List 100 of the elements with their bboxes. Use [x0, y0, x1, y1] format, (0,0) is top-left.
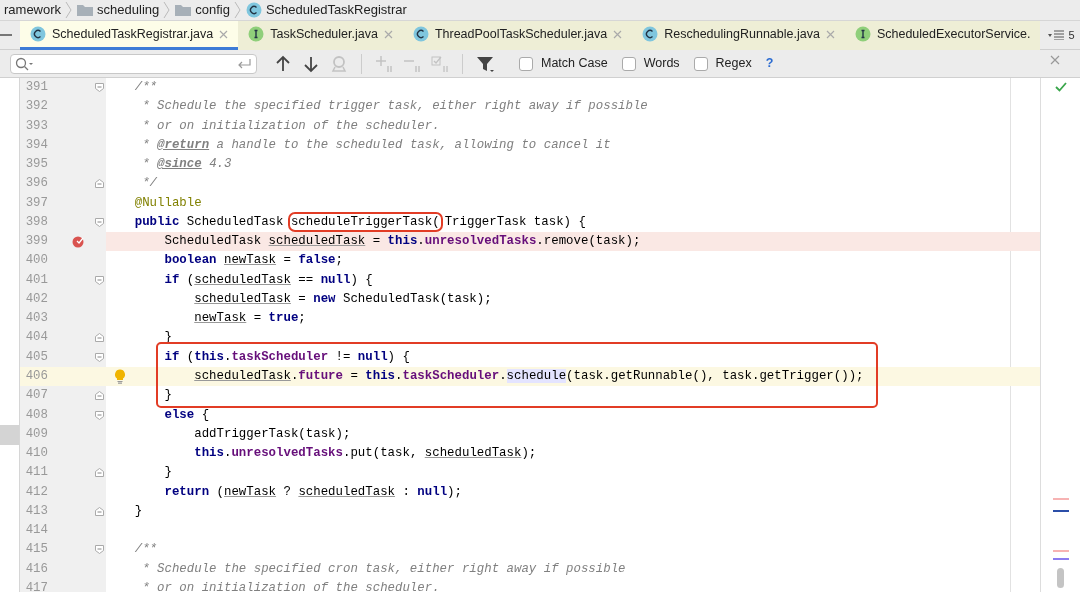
code-line: }	[133, 503, 143, 518]
code-line: boolean newTask = false;	[163, 253, 343, 268]
line-number: 408	[24, 406, 48, 424]
code-line: * Schedule the specified trigger task, either right away if possible	[141, 99, 648, 114]
fold-icon[interactable]	[95, 83, 104, 92]
breadcrumb-item[interactable]: ScheduledTaskRegistrar	[265, 0, 407, 20]
code-line: addTriggerTask(task);	[193, 426, 351, 441]
list-icon	[1048, 30, 1065, 40]
breadcrumb-item[interactable]: ramework	[4, 0, 62, 20]
editor-tab[interactable]: ReschedulingRunnable.java	[632, 21, 845, 50]
line-number: 394	[24, 136, 48, 154]
line-number: 405	[24, 348, 48, 366]
class-icon	[412, 26, 429, 42]
code-line: * @since 4.3	[141, 157, 232, 172]
line-number: 398	[24, 213, 48, 231]
fold-icon[interactable]	[95, 468, 104, 478]
close-icon[interactable]	[613, 29, 623, 39]
code-line: }	[163, 465, 172, 480]
close-icon[interactable]	[219, 29, 229, 39]
code-line: newTask = true;	[193, 311, 306, 326]
chevron-icon	[65, 1, 74, 19]
fold-icon[interactable]	[95, 506, 104, 516]
line-number: 393	[24, 117, 48, 135]
breadcrumb-item[interactable]: scheduling	[97, 0, 160, 20]
line-number: 410	[24, 445, 48, 463]
line-number: 399	[24, 233, 48, 251]
option-checkbox[interactable]: Regex	[693, 54, 752, 73]
folder-icon	[175, 4, 192, 16]
line-number: 392	[24, 98, 48, 116]
option-checkbox[interactable]: Words	[621, 54, 680, 73]
fold-icon[interactable]	[95, 333, 104, 343]
breakpoint-icon[interactable]	[72, 236, 84, 249]
close-icon[interactable]	[383, 29, 393, 39]
lightbulb-icon[interactable]	[114, 369, 126, 384]
line-number: 412	[24, 483, 48, 501]
editor-tab[interactable]: ScheduledExecutorService.	[844, 21, 1041, 50]
close-icon[interactable]	[1050, 54, 1060, 65]
code-line: @Nullable	[133, 195, 202, 210]
line-number: 407	[24, 387, 48, 405]
code-line: else {	[163, 407, 210, 422]
close-icon[interactable]	[825, 29, 835, 39]
code-line: scheduledTask.future = this.taskScheduler.schedule(task.getRunnable(), task.getTrigger());	[193, 369, 864, 383]
line-number: 402	[24, 290, 48, 308]
code-line: this.unresolvedTasks.put(task, scheduledTask);	[193, 446, 537, 461]
line-number: 391	[24, 79, 48, 96]
fold-icon[interactable]	[95, 352, 104, 362]
code-line: * Schedule the specified cron task, either right away if possible	[141, 561, 626, 576]
search-field[interactable]	[10, 53, 257, 74]
code-line: */	[141, 176, 158, 191]
chevron-icon	[233, 1, 242, 19]
fold-icon[interactable]	[95, 217, 104, 227]
fold-icon[interactable]	[95, 545, 104, 555]
selected-panel-row[interactable]	[0, 424, 19, 445]
code-line: * or on initialization of the scheduler.	[141, 580, 440, 594]
fold-icon[interactable]	[95, 275, 104, 285]
line-number: 414	[24, 522, 48, 540]
code-line: ScheduledTask scheduledTask = this.unresolvedTasks.remove(task);	[163, 234, 641, 249]
line-number: 411	[24, 464, 48, 482]
line-number: 397	[24, 194, 48, 212]
fold-icon[interactable]	[95, 391, 104, 401]
line-number: 400	[24, 252, 48, 270]
code-line: if (this.taskScheduler != null) {	[163, 349, 410, 364]
line-number: 409	[24, 425, 48, 443]
class-icon	[642, 26, 659, 42]
folder-icon	[77, 4, 94, 16]
editor-tab[interactable]: ScheduledTaskRegistrar.java	[20, 21, 239, 50]
code-line: * @return a handle to the scheduled task, allowing to cancel it	[141, 137, 611, 152]
class-icon	[245, 2, 262, 18]
line-number: 401	[24, 271, 48, 289]
code-line: * or on initialization of the scheduler.	[141, 118, 440, 133]
line-number: 395	[24, 156, 48, 174]
code-line: public ScheduledTask scheduleTriggerTask( TriggerTask task) {	[105, 214, 586, 229]
editor-tab[interactable]: TaskScheduler.java	[238, 21, 403, 50]
line-number: 416	[24, 560, 48, 578]
interface-icon	[854, 26, 871, 42]
code-line: /**	[133, 542, 158, 557]
return-icon	[236, 57, 252, 70]
help-link[interactable]: ?	[765, 54, 774, 73]
option-checkbox[interactable]: Match Case	[519, 54, 608, 73]
line-number: 406	[24, 368, 48, 385]
breadcrumb-item[interactable]: config	[195, 0, 230, 20]
line-number: 415	[24, 541, 48, 559]
code-line: if (scheduledTask == null) {	[163, 272, 373, 287]
check-icon	[1055, 82, 1067, 92]
fold-icon[interactable]	[95, 410, 104, 420]
line-number: 403	[24, 310, 48, 328]
line-number: 404	[24, 329, 48, 347]
search-icon	[15, 56, 33, 71]
code-line: /**	[133, 80, 158, 94]
scrollbar-thumb[interactable]	[1057, 568, 1064, 588]
line-number: 396	[24, 175, 48, 193]
interface-icon	[248, 26, 265, 42]
code-line: }	[163, 388, 172, 403]
fold-icon[interactable]	[95, 179, 104, 189]
line-number: 413	[24, 502, 48, 520]
code-line: scheduledTask = new ScheduledTask(task);	[193, 291, 492, 306]
chevron-icon	[163, 1, 172, 19]
class-icon	[30, 26, 46, 42]
editor-tab[interactable]: ThreadPoolTaskScheduler.java	[402, 21, 633, 50]
line-number: 417	[24, 579, 48, 594]
